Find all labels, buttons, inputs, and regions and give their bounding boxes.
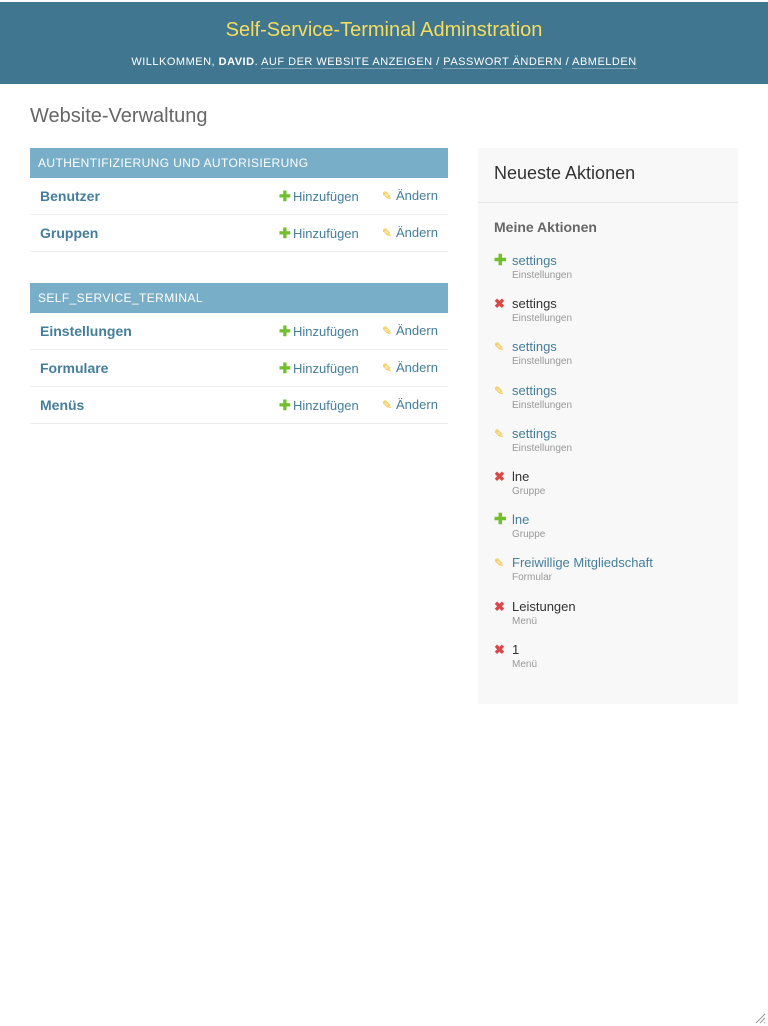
model-row-settings: Einstellungen ✚ Hinzufügen ✎ Ändern xyxy=(30,313,448,350)
action-content-type: Einstellungen xyxy=(512,270,573,281)
model-row-users: Benutzer ✚ Hinzufügen ✎ Ändern xyxy=(30,178,448,215)
add-link[interactable]: ✚ Hinzufügen xyxy=(279,188,359,205)
divider xyxy=(478,202,738,203)
action-object-label: lne xyxy=(512,469,530,484)
action-item: ✎ settings Einstellungen xyxy=(494,383,724,419)
pencil-icon: ✎ xyxy=(494,556,505,571)
app-module-self-service-terminal: self_service_terminal Einstellungen ✚ Hin… xyxy=(30,283,448,424)
plus-icon: ✚ xyxy=(279,323,291,339)
action-content-type: Einstellungen xyxy=(512,356,573,368)
action-content-type: Einstellungen xyxy=(512,399,573,411)
action-item: ✎ Freiwillige Mitgliedschaft Formular xyxy=(494,555,724,591)
change-password-link[interactable]: Passwort ändern xyxy=(443,56,563,69)
plus-icon: ✚ xyxy=(494,511,507,529)
change-link[interactable]: ✎ Ändern xyxy=(382,397,438,412)
my-actions-title: Meine Aktionen xyxy=(494,219,597,235)
separator: / xyxy=(436,56,440,68)
action-item: ✎ settings Einstellungen xyxy=(494,426,724,462)
pencil-icon: ✎ xyxy=(382,398,393,412)
model-row-groups: Gruppen ✚ Hinzufügen ✎ Ändern xyxy=(30,215,448,252)
action-item: ✎ settings Einstellungen xyxy=(494,339,724,375)
action-content-type: Einstellungen xyxy=(512,313,573,325)
action-object-link[interactable]: settings xyxy=(512,383,557,399)
add-link[interactable]: ✚ Hinzufügen xyxy=(279,225,359,242)
welcome-text: Willkommen, xyxy=(131,56,216,68)
action-object-label: settings xyxy=(512,296,557,312)
pencil-icon: ✎ xyxy=(382,226,393,240)
action-item: ✚ lne Gruppe xyxy=(494,512,724,548)
add-link[interactable]: ✚ Hinzufügen xyxy=(279,360,359,377)
action-object-link[interactable]: lne xyxy=(512,512,529,528)
pencil-icon: ✎ xyxy=(382,361,393,375)
page-title: Website-Verwaltung xyxy=(30,105,208,127)
pencil-icon: ✎ xyxy=(382,189,393,203)
action-object-link[interactable]: settings xyxy=(512,339,557,355)
x-icon: ✖ xyxy=(494,296,505,312)
model-link-menus[interactable]: Menüs xyxy=(40,397,84,413)
app-module-auth: Authentifizierung und Autorisierung Benu… xyxy=(30,148,448,252)
change-link[interactable]: ✎ Ändern xyxy=(382,188,438,203)
plus-icon: ✚ xyxy=(279,397,291,413)
action-object-link[interactable]: Freiwillige Mitgliedschaft xyxy=(512,555,653,571)
action-object-label: Leistungen xyxy=(512,598,576,614)
action-item: ✖ 1 Menü xyxy=(494,642,724,678)
site-header: Self-Service-Terminal Adminstration Will… xyxy=(0,2,768,84)
username: David xyxy=(218,56,255,68)
x-icon: ✖ xyxy=(494,598,505,614)
action-item: ✖ settings Einstellungen xyxy=(494,296,724,332)
x-icon: ✖ xyxy=(494,469,505,484)
action-object-link[interactable]: settings xyxy=(512,253,557,269)
action-content-type: Formular xyxy=(512,572,553,584)
action-item: ✖ Leistungen Menü xyxy=(494,599,724,635)
add-link[interactable]: ✚ Hinzufügen xyxy=(279,323,359,340)
pencil-icon: ✎ xyxy=(494,340,505,355)
model-link-forms[interactable]: Formulare xyxy=(40,360,108,376)
model-link-groups[interactable]: Gruppen xyxy=(40,225,98,241)
action-content-type: Menü xyxy=(512,658,538,670)
resize-grip-icon[interactable] xyxy=(754,1012,766,1024)
action-object-label: 1 xyxy=(512,641,520,657)
model-link-settings[interactable]: Einstellungen xyxy=(40,323,132,339)
module-caption[interactable]: Authentifizierung und Autorisierung xyxy=(30,148,448,178)
change-link[interactable]: ✎ Ändern xyxy=(382,323,438,338)
action-content-type: Gruppe xyxy=(512,529,546,541)
recent-actions-title: Neueste Aktionen xyxy=(494,163,636,183)
x-icon: ✖ xyxy=(494,641,505,657)
model-link-users[interactable]: Benutzer xyxy=(40,188,100,204)
pencil-icon: ✎ xyxy=(382,324,393,338)
model-row-menus: Menüs ✚ Hinzufügen ✎ Ändern xyxy=(30,387,448,424)
plus-icon: ✚ xyxy=(279,360,291,376)
separator: / xyxy=(565,56,570,68)
model-row-forms: Formulare ✚ Hinzufügen ✎ Ändern xyxy=(30,350,448,387)
pencil-icon: ✎ xyxy=(494,383,505,398)
action-item: ✖ lne Gruppe xyxy=(494,469,724,505)
action-content-type: Gruppe xyxy=(512,486,546,497)
plus-icon: ✚ xyxy=(279,188,291,204)
change-link[interactable]: ✎ Ändern xyxy=(382,360,438,375)
action-content-type: Einstellungen xyxy=(512,442,573,454)
user-tools: Willkommen, David. Auf der Website anzei… xyxy=(131,56,637,69)
logout-link[interactable]: Abmelden xyxy=(572,56,637,69)
add-link[interactable]: ✚ Hinzufügen xyxy=(279,397,359,414)
action-object-link[interactable]: settings xyxy=(512,426,557,442)
action-content-type: Menü xyxy=(512,615,538,627)
site-name[interactable]: Self-Service-Terminal Adminstration xyxy=(0,18,768,42)
change-link[interactable]: ✎ Ändern xyxy=(382,225,438,240)
plus-icon: ✚ xyxy=(494,252,507,269)
pencil-icon: ✎ xyxy=(494,426,505,441)
recent-actions-panel: Neueste Aktionen Meine Aktionen ✚ setting… xyxy=(478,148,738,704)
action-item: ✚ settings Einstellungen xyxy=(494,253,724,289)
plus-icon: ✚ xyxy=(279,225,291,241)
view-site-link[interactable]: Auf der Website anzeigen xyxy=(261,56,433,69)
module-caption[interactable]: self_service_terminal xyxy=(30,283,448,313)
